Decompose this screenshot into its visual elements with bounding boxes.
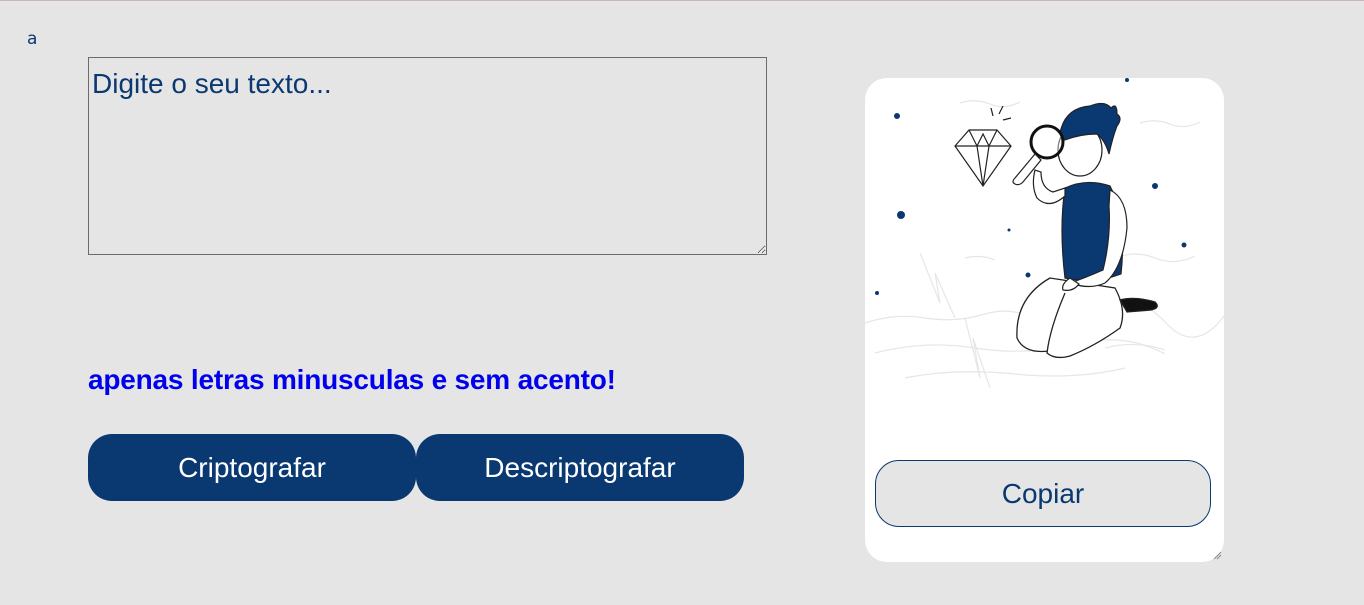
resize-grip-icon[interactable] (1213, 551, 1222, 560)
output-card: Copiar (865, 78, 1224, 562)
person-searching-illustration (865, 78, 1224, 389)
logo: a (27, 29, 38, 49)
encrypt-button[interactable]: Criptografar (88, 434, 416, 501)
text-input[interactable] (88, 57, 767, 255)
decrypt-button[interactable]: Descriptografar (416, 434, 744, 501)
copy-button[interactable]: Copiar (875, 460, 1211, 527)
warning-message: apenas letras minusculas e sem acento! (88, 364, 616, 395)
